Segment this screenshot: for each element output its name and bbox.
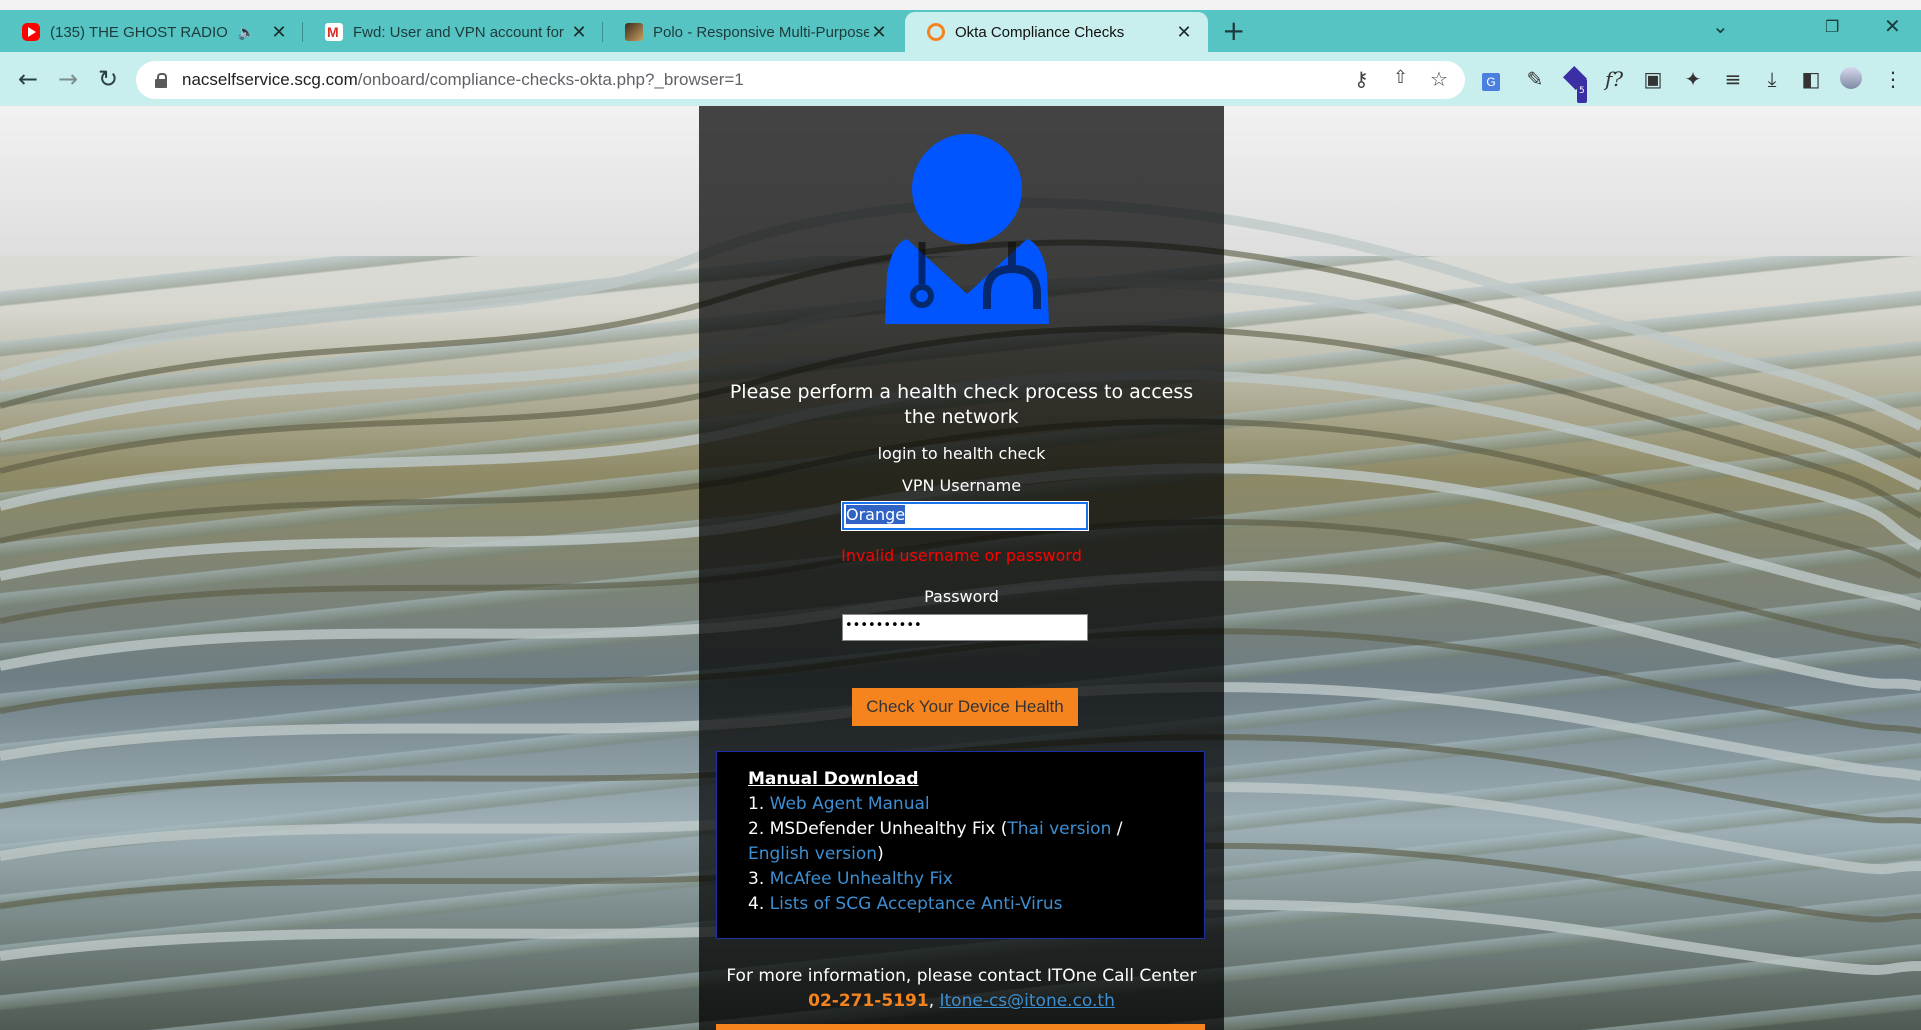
password-field[interactable]: ••••••••••: [842, 614, 1088, 641]
browser-toolbar: ← → ↻ nacselfservice.scg.com/onboard/com…: [0, 52, 1921, 106]
media-queue-icon[interactable]: ≡: [1720, 67, 1746, 91]
window-top-band: [0, 0, 1921, 10]
okta-icon: [927, 23, 945, 41]
menu-kebab-icon[interactable]: ⋮: [1880, 67, 1906, 91]
close-icon[interactable]: ✕: [569, 22, 589, 43]
formula-icon[interactable]: f?: [1601, 67, 1627, 91]
youtube-icon: [22, 23, 40, 41]
manual-title: Manual Download: [748, 769, 919, 789]
manual-download-box: Manual Download 1. Web Agent Manual 2. M…: [716, 751, 1205, 939]
check-device-health-button[interactable]: Check Your Device Health: [852, 688, 1078, 726]
web-agent-manual-link[interactable]: Web Agent Manual: [770, 794, 930, 814]
contact-text: For more information, please contact ITO…: [726, 966, 1197, 986]
star-icon[interactable]: ☆: [1430, 67, 1448, 91]
doctor-icon: [885, 134, 1049, 324]
avatar[interactable]: [1838, 67, 1864, 94]
close-window-icon[interactable]: ✕: [1884, 14, 1901, 38]
tab-title: Fwd: User and VPN account for C: [353, 23, 569, 41]
chevron-down-icon[interactable]: ⌄: [1712, 14, 1729, 38]
contact-email-link[interactable]: Itone-cs@itone.co.th: [940, 991, 1115, 1011]
username-field[interactable]: Orange: [841, 501, 1089, 531]
list-item: 1. Web Agent Manual: [748, 794, 930, 814]
page-title: Please perform a health check process to…: [729, 381, 1194, 428]
extension-badge: 5: [1577, 79, 1587, 103]
tab-youtube[interactable]: (135) THE GHOST RADIO | ฅ 🔈 ✕: [0, 12, 303, 52]
camera-icon[interactable]: ▣: [1640, 67, 1666, 91]
page-content: Please perform a health check process to…: [0, 106, 1921, 1030]
tab-okta[interactable]: Okta Compliance Checks ✕: [905, 12, 1208, 52]
reload-icon[interactable]: ↻: [93, 64, 123, 94]
address-bar[interactable]: nacselfservice.scg.com/onboard/complianc…: [136, 61, 1465, 99]
translate-icon[interactable]: G: [1478, 67, 1504, 91]
pen-icon[interactable]: ✎: [1522, 67, 1548, 91]
error-message: Invalid username or password: [841, 546, 1082, 565]
speaker-icon[interactable]: 🔈: [238, 24, 255, 41]
close-icon[interactable]: ✕: [869, 22, 889, 43]
puzzle-icon[interactable]: ✦: [1680, 67, 1706, 91]
new-tab-icon[interactable]: +: [1222, 16, 1245, 46]
forward-icon[interactable]: →: [53, 64, 83, 94]
tab-strip: (135) THE GHOST RADIO | ฅ 🔈 ✕ M Fwd: Use…: [0, 0, 1921, 52]
health-check-panel: Please perform a health check process to…: [699, 106, 1224, 1030]
extension-cube-icon[interactable]: 5: [1562, 65, 1588, 103]
password-label: Password: [924, 587, 999, 606]
tab-polo[interactable]: Polo - Responsive Multi-Purpose ✕: [603, 12, 903, 52]
english-version-link[interactable]: English version: [748, 844, 877, 864]
back-icon[interactable]: ←: [13, 64, 43, 94]
side-panel-icon[interactable]: ◧: [1798, 67, 1824, 91]
tab-title: (135) THE GHOST RADIO | ฅ: [50, 24, 232, 41]
close-icon[interactable]: ✕: [269, 22, 289, 43]
gmail-icon: M: [325, 23, 343, 41]
contact-info: For more information, please contact ITO…: [699, 964, 1224, 1014]
contact-phone: 02-271-5191: [808, 991, 929, 1011]
polo-icon: [625, 23, 643, 41]
thai-version-link[interactable]: Thai version: [1007, 819, 1111, 839]
list-item: 2. MSDefender Unhealthy Fix (Thai versio…: [748, 819, 1123, 864]
username-label: VPN Username: [901, 476, 1022, 495]
mcafee-fix-link[interactable]: McAfee Unhealthy Fix: [770, 869, 953, 889]
close-icon[interactable]: ✕: [1174, 22, 1194, 43]
antivirus-list-link[interactable]: Lists of SCG Acceptance Anti-Virus: [770, 894, 1063, 914]
tab-title: Okta Compliance Checks: [955, 23, 1125, 41]
list-item: 4. Lists of SCG Acceptance Anti-Virus: [748, 894, 1063, 914]
download-icon[interactable]: ⤓: [1759, 67, 1785, 91]
url-text: nacselfservice.scg.com/onboard/complianc…: [182, 70, 744, 89]
tab-title: Polo - Responsive Multi-Purpose: [653, 23, 869, 41]
key-icon[interactable]: ⚷: [1354, 67, 1369, 91]
restore-window-icon[interactable]: ❐: [1825, 17, 1839, 36]
lock-icon[interactable]: [154, 73, 168, 88]
tab-gmail[interactable]: M Fwd: User and VPN account for C ✕: [303, 12, 603, 52]
footer-bar: [716, 1024, 1205, 1030]
contact-details: 02-271-5191, Itone-cs@itone.co.th: [808, 991, 1115, 1011]
login-subheading: login to health check: [877, 444, 1046, 463]
share-icon[interactable]: ⇧: [1393, 67, 1408, 88]
list-item: 3. McAfee Unhealthy Fix: [748, 869, 953, 889]
